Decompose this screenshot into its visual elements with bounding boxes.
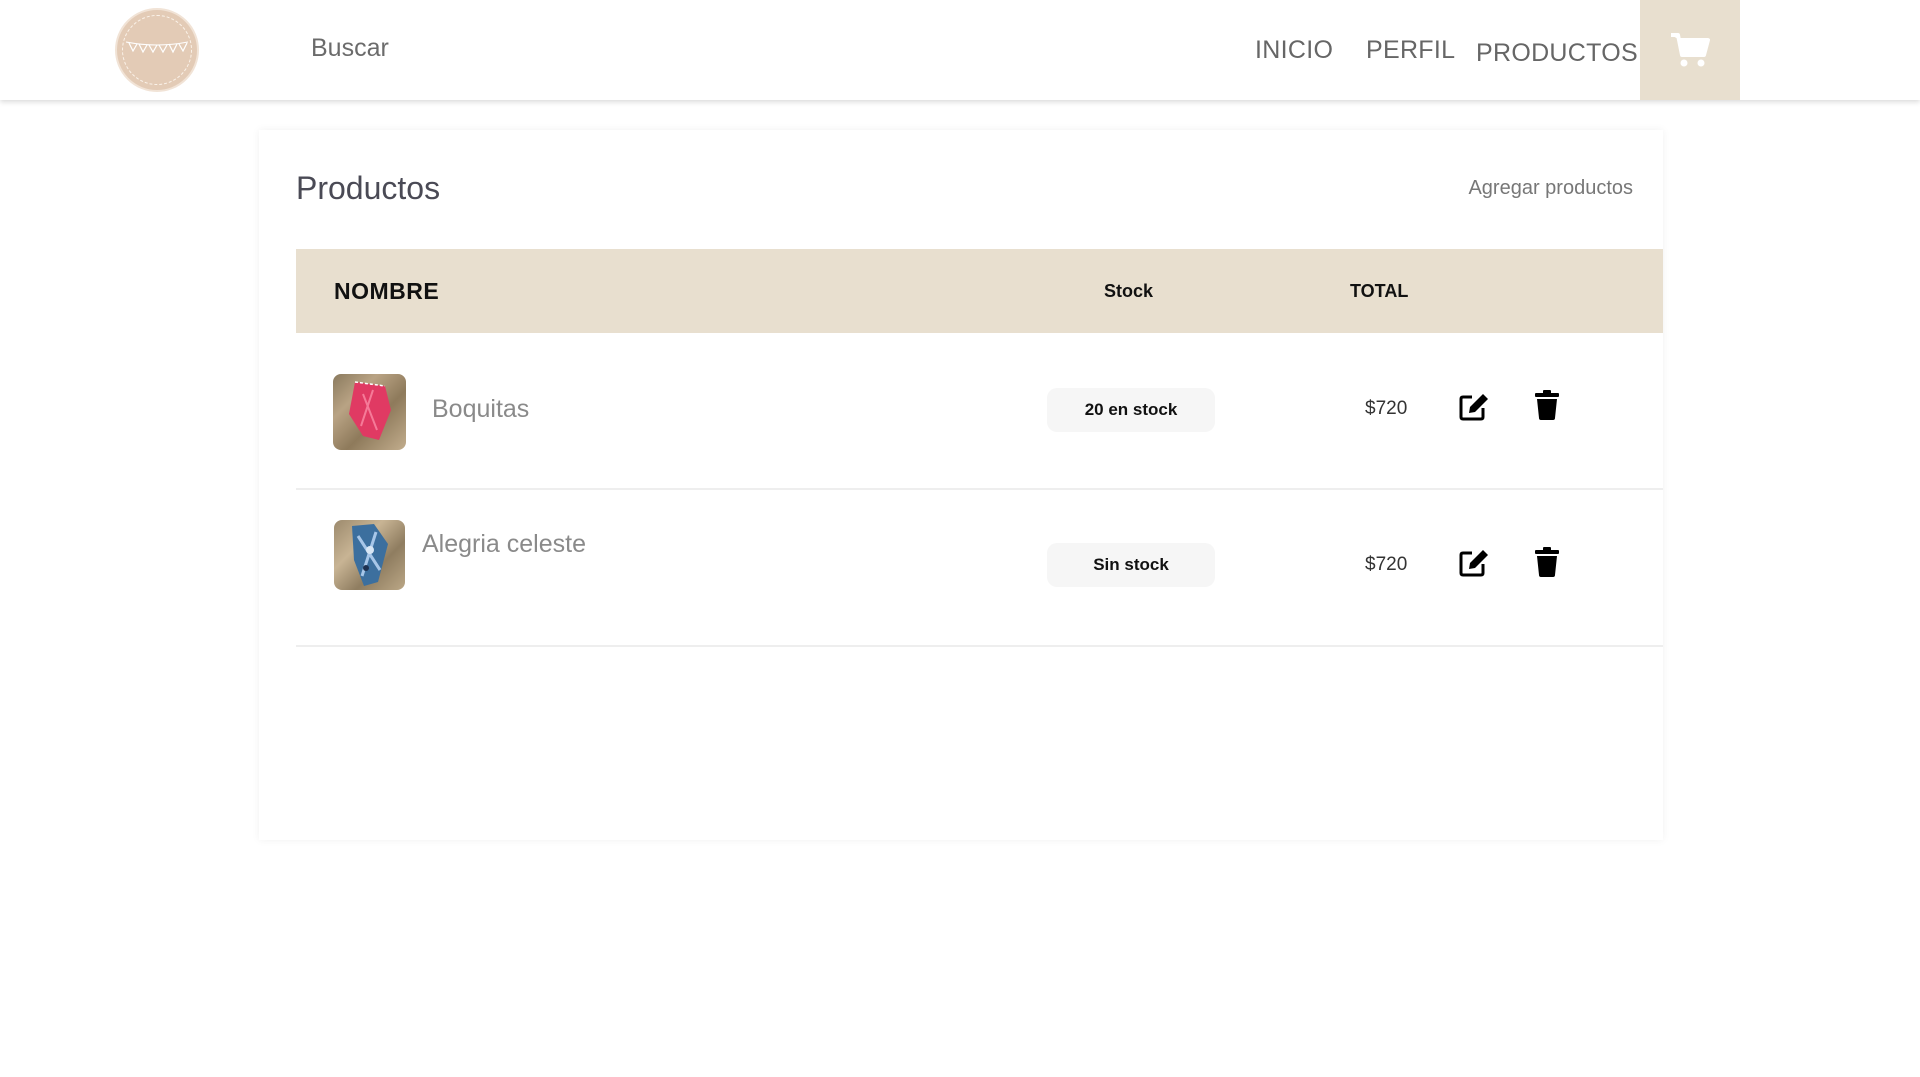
delete-button[interactable] <box>1534 390 1560 425</box>
products-card: Productos Agregar productos NOMBRE Stock… <box>259 130 1663 840</box>
table-row: Alegria celeste Sin stock $720 <box>296 490 1663 647</box>
shopping-cart-icon <box>1671 33 1710 67</box>
trash-icon <box>1535 390 1559 420</box>
nav-link-productos[interactable]: PRODUCTOS <box>1476 39 1638 68</box>
edit-icon <box>1459 394 1488 421</box>
product-name: Boquitas <box>432 395 530 423</box>
product-image-alegria-celeste <box>334 520 405 590</box>
table-header: NOMBRE Stock TOTAL <box>296 249 1663 333</box>
red-scarf-image <box>349 381 391 440</box>
header-total: TOTAL <box>1350 281 1409 301</box>
nav-link-inicio[interactable]: INICIO <box>1255 36 1333 65</box>
product-total: $720 <box>1365 398 1408 419</box>
cart-button[interactable] <box>1640 0 1740 100</box>
blue-scarf-image <box>352 524 388 586</box>
product-image-boquitas <box>333 374 406 450</box>
search-input[interactable] <box>311 34 561 63</box>
edit-button[interactable] <box>1458 548 1490 583</box>
header-stock: Stock <box>1104 281 1154 301</box>
stock-badge: 20 en stock <box>1047 388 1215 432</box>
stock-badge: Sin stock <box>1047 543 1215 587</box>
bunting-icon <box>126 41 188 54</box>
add-products-link[interactable]: Agregar productos <box>1468 177 1633 200</box>
product-total: $720 <box>1365 554 1408 575</box>
nav-link-perfil[interactable]: PERFIL <box>1366 36 1455 65</box>
trash-icon <box>1535 547 1559 577</box>
navbar: INICIO PERFIL PRODUCTOS <box>0 0 1920 100</box>
page-title: Productos <box>296 170 441 206</box>
delete-button[interactable] <box>1534 547 1560 582</box>
table-row: Boquitas 20 en stock $720 <box>296 333 1663 490</box>
brand-logo[interactable] <box>115 8 199 92</box>
edit-button[interactable] <box>1458 392 1490 427</box>
product-name: Alegria celeste <box>422 530 586 558</box>
header-nombre: NOMBRE <box>334 278 440 304</box>
edit-icon <box>1459 550 1488 577</box>
